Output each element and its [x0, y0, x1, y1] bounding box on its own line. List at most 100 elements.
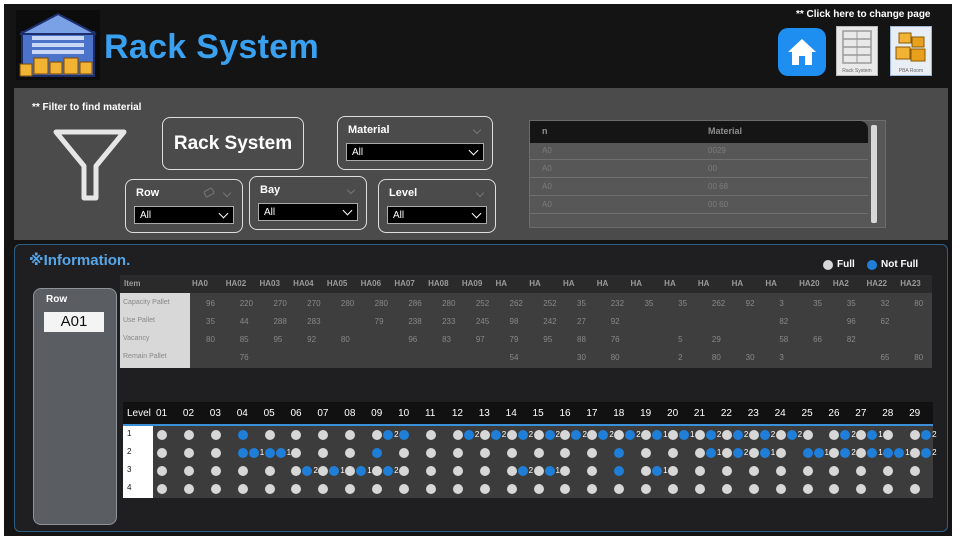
rack-cell[interactable]: [318, 482, 341, 496]
rack-cell[interactable]: [775, 446, 799, 460]
rack-cell[interactable]: [479, 464, 503, 478]
rack-cell[interactable]: [910, 464, 933, 478]
rack-cell[interactable]: [210, 428, 234, 442]
bay-dropdown[interactable]: All: [258, 203, 358, 221]
rack-cell[interactable]: 2: [533, 428, 560, 442]
rack-cell[interactable]: [318, 446, 341, 460]
rack-cell[interactable]: [264, 464, 288, 478]
rack-cell[interactable]: 2: [506, 428, 533, 442]
rack-cell[interactable]: [560, 464, 583, 478]
rack-cell[interactable]: [775, 464, 799, 478]
rack-cell[interactable]: [345, 428, 368, 442]
rack-cell[interactable]: [345, 482, 368, 496]
rack-cell[interactable]: [183, 464, 207, 478]
rack-cell[interactable]: [157, 464, 180, 478]
rack-cell[interactable]: [829, 464, 852, 478]
rack-cell[interactable]: [560, 446, 583, 460]
rack-cell[interactable]: [237, 428, 261, 442]
rack-cell[interactable]: [425, 482, 449, 496]
rack-cell[interactable]: 1: [883, 446, 910, 460]
rack-cell[interactable]: [533, 446, 557, 460]
rack-cell[interactable]: [452, 482, 476, 496]
rack-cell[interactable]: [614, 482, 637, 496]
rack-cell[interactable]: [399, 428, 422, 442]
rack-cell[interactable]: 1: [856, 446, 883, 460]
eraser-icon[interactable]: [202, 186, 216, 199]
rack-cell[interactable]: 2: [829, 446, 856, 460]
rack-cell[interactable]: [506, 482, 530, 496]
rack-cell[interactable]: [560, 482, 583, 496]
rack-cell[interactable]: [264, 428, 288, 442]
rack-cell[interactable]: 2: [372, 464, 399, 478]
material-table-row[interactable]: A0 0029: [530, 143, 868, 160]
rack-cell[interactable]: 1: [748, 446, 775, 460]
rack-cell[interactable]: [372, 446, 395, 460]
rack-cell[interactable]: [264, 482, 288, 496]
rack-cell[interactable]: [425, 464, 449, 478]
rack-cell[interactable]: [183, 482, 207, 496]
rack-cell[interactable]: 2: [291, 464, 318, 478]
rack-cell[interactable]: [829, 482, 852, 496]
rack-cell[interactable]: [399, 464, 422, 478]
rack-cell[interactable]: 1: [641, 428, 668, 442]
rack-cell[interactable]: [748, 464, 772, 478]
rack-cell[interactable]: [614, 446, 637, 460]
rack-cell[interactable]: 2: [910, 446, 937, 460]
rack-cell[interactable]: 1: [694, 446, 721, 460]
material-dropdown[interactable]: All: [346, 143, 484, 161]
material-table-row[interactable]: [530, 215, 868, 227]
rack-cell[interactable]: [587, 446, 610, 460]
rack-cell[interactable]: [210, 446, 234, 460]
rack-cell[interactable]: [183, 446, 207, 460]
rack-cell[interactable]: [802, 482, 826, 496]
rack-cell[interactable]: 2: [614, 428, 641, 442]
rack-cell[interactable]: [694, 464, 718, 478]
rack-cell[interactable]: [318, 428, 341, 442]
material-table-row[interactable]: A0 00 60: [530, 197, 868, 214]
rack-cell[interactable]: [345, 446, 368, 460]
rack-cell[interactable]: 2: [560, 428, 587, 442]
rack-cell[interactable]: [157, 428, 180, 442]
rack-cell[interactable]: 2: [587, 428, 614, 442]
slicer-collapse-icon[interactable]: [222, 188, 232, 198]
rack-cell[interactable]: 1: [641, 464, 668, 478]
rack-cell[interactable]: 1: [802, 446, 829, 460]
rack-cell[interactable]: [452, 446, 476, 460]
material-table-scrollbar[interactable]: [871, 125, 877, 223]
level-dropdown[interactable]: All: [387, 206, 487, 224]
rack-cell[interactable]: [210, 464, 234, 478]
rack-cell[interactable]: [910, 482, 933, 496]
rack-cell[interactable]: [802, 428, 826, 442]
rack-cell[interactable]: [237, 464, 261, 478]
rack-cell[interactable]: [668, 446, 691, 460]
rack-cell[interactable]: [183, 428, 207, 442]
rack-system-nav-button[interactable]: Rack System: [836, 26, 878, 76]
rack-cell[interactable]: 2: [479, 428, 506, 442]
rack-cell[interactable]: 2: [721, 446, 748, 460]
rack-cell[interactable]: [291, 446, 314, 460]
rack-cell[interactable]: [775, 482, 799, 496]
rack-cell[interactable]: [399, 446, 422, 460]
rack-cell[interactable]: [452, 464, 476, 478]
rack-cell[interactable]: 1: [856, 428, 883, 442]
rack-cell[interactable]: [425, 428, 449, 442]
rack-cell[interactable]: 2: [372, 428, 399, 442]
rack-cell[interactable]: [721, 482, 745, 496]
rack-cell[interactable]: [856, 464, 879, 478]
rack-cell[interactable]: [883, 464, 906, 478]
rack-cell[interactable]: [641, 446, 664, 460]
slicer-collapse-icon[interactable]: [346, 185, 356, 195]
rack-cell[interactable]: 1: [237, 446, 264, 460]
rack-cell[interactable]: 2: [829, 428, 856, 442]
row-dropdown[interactable]: All: [134, 206, 234, 224]
rack-cell[interactable]: [506, 446, 530, 460]
rack-cell[interactable]: 2: [775, 428, 802, 442]
rack-cell[interactable]: 1: [264, 446, 291, 460]
rack-cell[interactable]: 1: [318, 464, 345, 478]
rack-cell[interactable]: [587, 464, 610, 478]
rack-cell[interactable]: [425, 446, 449, 460]
rack-cell[interactable]: [399, 482, 422, 496]
rack-cell[interactable]: 2: [910, 428, 937, 442]
rack-cell[interactable]: 2: [694, 428, 721, 442]
rack-cell[interactable]: 2: [452, 428, 479, 442]
